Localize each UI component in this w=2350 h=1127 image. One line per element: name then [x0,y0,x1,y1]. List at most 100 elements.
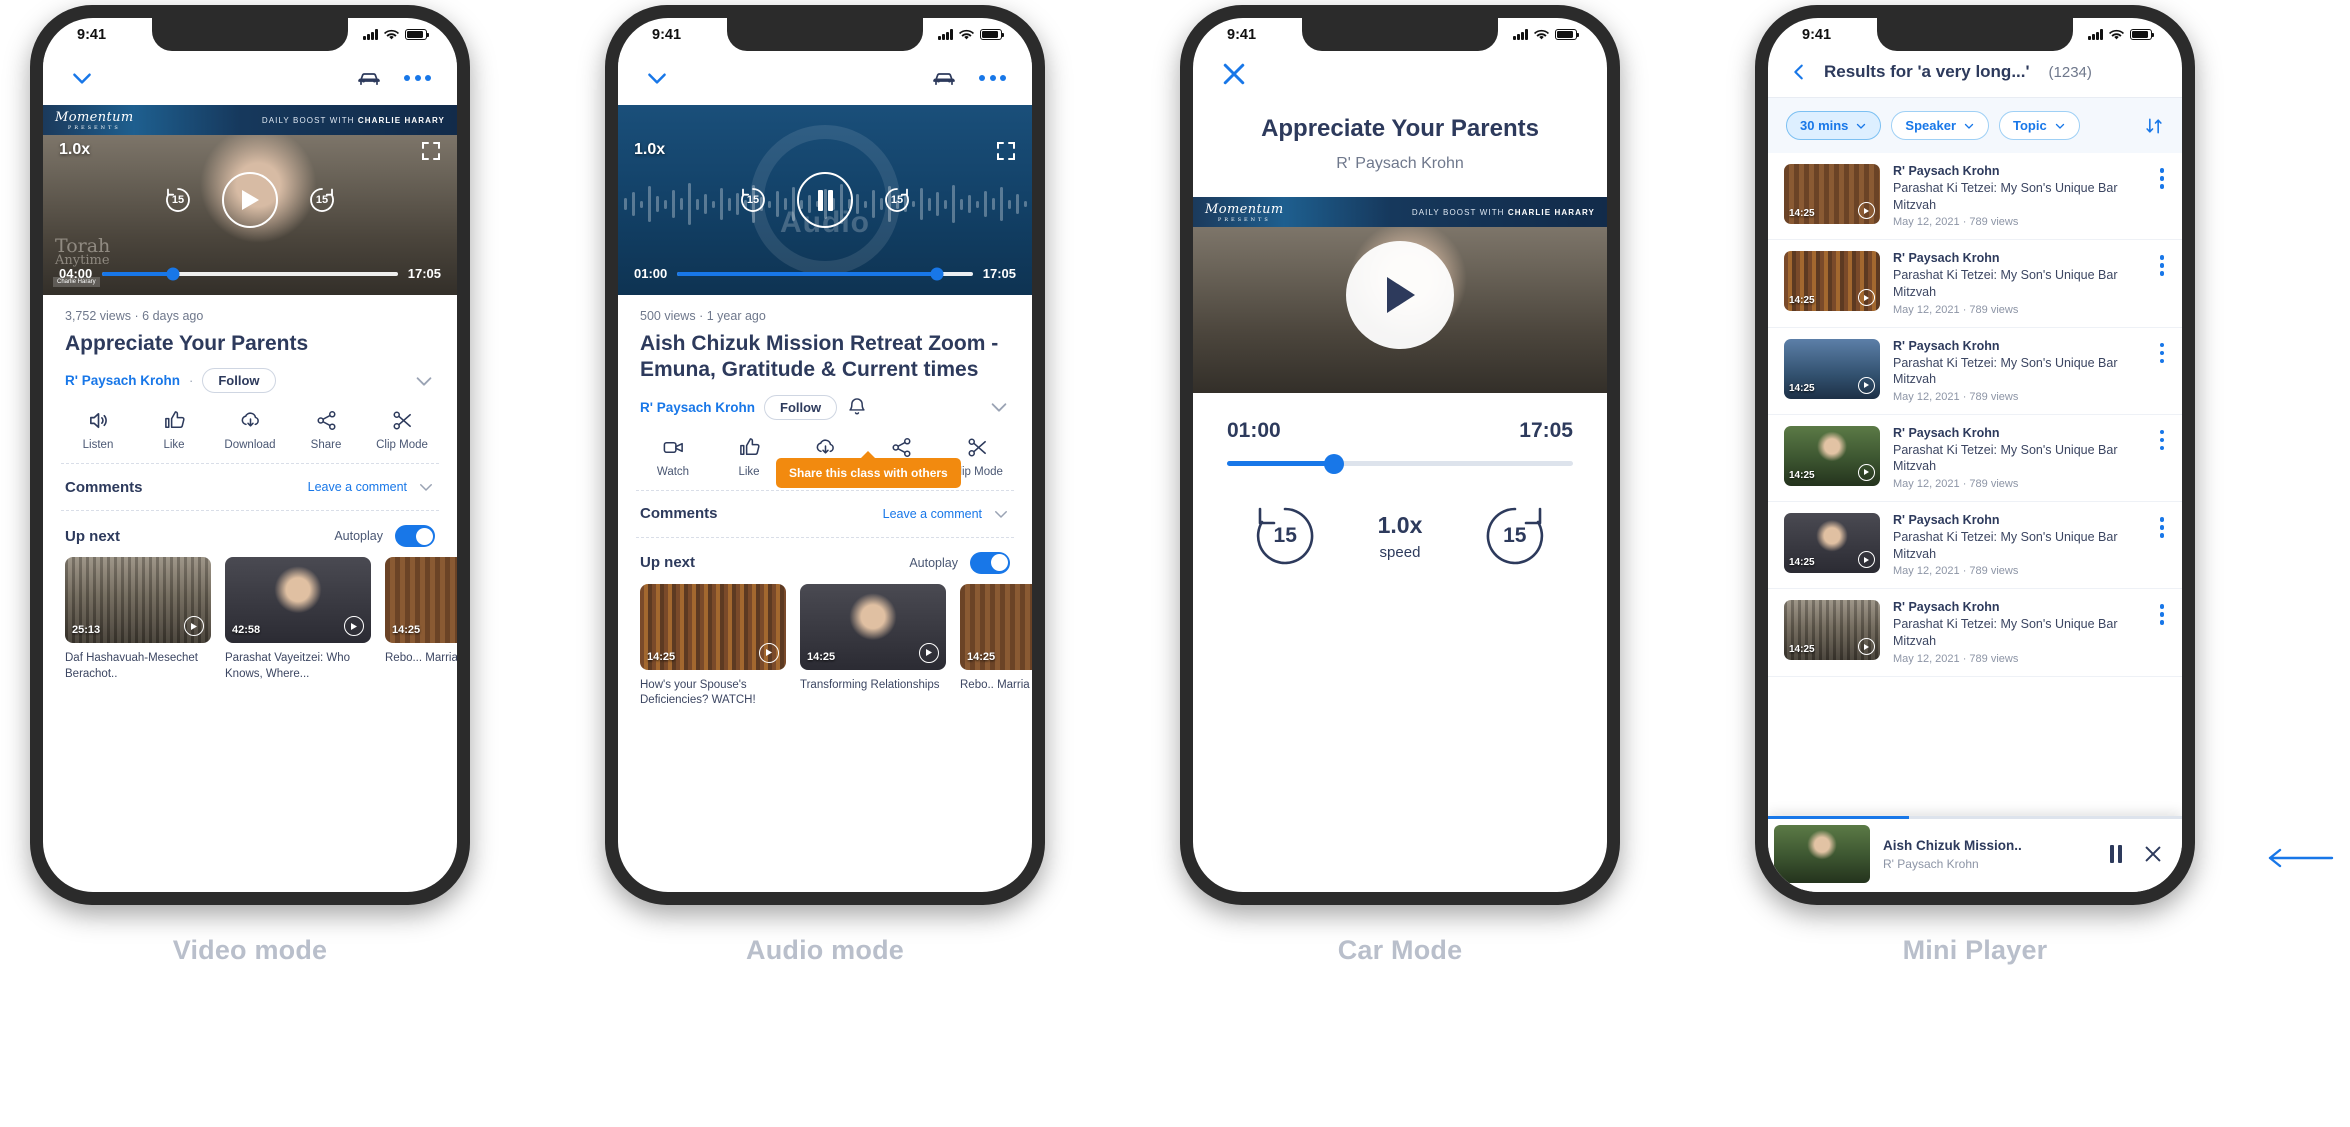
forward-15-button[interactable]: 15 [879,182,915,218]
more-dots-icon[interactable] [979,75,1006,81]
table-row[interactable]: 14:25 R' Paysach Krohn Parashat Ki Tetze… [1768,415,2182,502]
bell-icon[interactable] [846,396,868,418]
wifi-icon [2109,29,2124,39]
chevron-down-icon[interactable] [417,478,435,496]
forward-15-button[interactable]: 15 [304,182,340,218]
autoplay-toggle[interactable] [395,525,435,548]
fullscreen-icon[interactable] [421,141,441,161]
seek-bar[interactable] [1227,453,1573,474]
audio-meta: 500 views · 1 year ago Aish Chizuk Missi… [618,295,1032,420]
audio-player[interactable]: Audio 1.0x 15 15 01:00 17:05 [618,105,1032,295]
table-row[interactable]: 14:25 R' Paysach Krohn Parashat Ki Tetze… [1768,240,2182,328]
momentum-logo: Momentum PRESENTS [1205,201,1284,223]
channel-link[interactable]: R' Paysach Krohn [640,400,755,415]
up-next-card[interactable]: 14:25 How's your Spouse's Deficiencies? … [640,583,786,709]
chevron-down-icon[interactable] [992,505,1010,523]
table-row[interactable]: 14:25 R' Paysach Krohn Parashat Ki Tetze… [1768,589,2182,677]
action-like[interactable]: Like [718,436,780,478]
seek-bar[interactable] [677,267,973,280]
rewind-15-button[interactable]: 15 [735,182,771,218]
filter-chip-topic[interactable]: Topic [1999,111,2080,140]
kebab-menu-icon[interactable] [2154,251,2167,276]
action-like[interactable]: Like [143,409,205,451]
up-next-card[interactable]: 14:25 Rebo... Marria [385,557,457,682]
comments-section-header: Comments Leave a comment [618,491,1032,537]
play-icon[interactable] [1858,638,1875,656]
filter-chip-duration[interactable]: 30 mins [1786,111,1882,140]
rewind-15-button[interactable]: 15 [160,182,196,218]
expand-description-icon[interactable] [988,396,1010,418]
channel-link[interactable]: R' Paysach Krohn [65,373,180,388]
phone-frame: 9:41 [30,5,470,905]
chevron-down-icon[interactable] [644,65,670,91]
mini-player-bar[interactable]: Aish Chizuk Mission.. R' Paysach Krohn [1768,816,2182,892]
leave-comment-link[interactable]: Leave a comment [883,507,982,521]
play-icon[interactable] [1858,202,1875,219]
kebab-menu-icon[interactable] [2154,164,2167,189]
more-dots-icon[interactable] [404,75,431,81]
download-cloud-icon [816,438,834,454]
leave-comment-link[interactable]: Leave a comment [308,480,407,494]
play-icon[interactable] [919,642,939,663]
page-title: Aish Chizuk Mission Retreat Zoom - Emuna… [640,332,999,382]
speed-control[interactable]: 1.0x speed [1378,512,1423,561]
chevron-left-icon[interactable] [1788,61,1810,83]
result-speaker: R' Paysach Krohn [1893,425,2000,440]
view-count: 500 views [640,309,696,323]
meta-separator: · [134,309,139,323]
rewind-15-button[interactable]: 15 [1249,500,1321,572]
up-next-list: 14:25 How's your Spouse's Deficiencies? … [618,583,1032,709]
chevron-down-icon[interactable] [69,65,95,91]
autoplay-toggle[interactable] [970,551,1010,574]
follow-button[interactable]: Follow [202,368,276,394]
filter-chip-speaker[interactable]: Speaker [1891,111,1990,140]
video-player[interactable]: Torah Anytime Momentum PRESENTS DAILY BO… [43,105,457,295]
play-icon[interactable] [1858,463,1875,481]
table-row[interactable]: 14:25 R' Paysach Krohn Parashat Ki Tetze… [1768,328,2182,415]
play-icon[interactable] [759,642,779,663]
car-icon[interactable] [931,68,957,88]
table-row[interactable]: 14:25 R' Paysach Krohn Parashat Ki Tetze… [1768,502,2182,590]
kebab-menu-icon[interactable] [2154,513,2167,538]
close-icon[interactable] [2142,843,2164,865]
speed-badge[interactable]: 1.0x [634,141,665,159]
forward-15-button[interactable]: 15 [1479,500,1551,572]
speed-badge[interactable]: 1.0x [59,141,90,159]
play-icon[interactable] [1858,551,1875,568]
fullscreen-icon[interactable] [996,141,1016,161]
action-download[interactable]: Download [219,409,281,451]
expand-description-icon[interactable] [413,370,435,392]
action-share[interactable]: Share [295,409,357,451]
seek-bar[interactable] [102,267,398,280]
kebab-menu-icon[interactable] [2154,426,2167,451]
up-next-card[interactable]: 14:25 Rebo.. Marria [960,583,1032,709]
action-listen[interactable]: Listen [67,409,129,451]
kebab-menu-icon[interactable] [2154,339,2167,363]
pause-icon[interactable] [2110,845,2122,863]
up-next-card[interactable]: 14:25 Transforming Relationships [800,583,946,709]
car-video-preview[interactable]: Momentum PRESENTS DAILY BOOST WITH CHARL… [1193,197,1607,393]
player-top-nav [618,51,1032,105]
play-icon[interactable] [1858,376,1875,394]
follow-button[interactable]: Follow [764,394,838,420]
play-icon[interactable] [344,616,364,637]
up-next-card[interactable]: 25:13 Daf Hashavuah-Mesechet Berachot.. [65,557,211,682]
play-icon[interactable] [1858,289,1875,307]
mini-progress-bar[interactable] [1768,816,2182,819]
duration: 17:05 [982,266,1016,281]
play-button[interactable] [222,172,278,228]
kebab-menu-icon[interactable] [2154,600,2167,625]
up-next-card[interactable]: 42:58 Parashat Vayeitzei: Who Knows, Whe… [225,557,371,682]
play-button[interactable] [1346,241,1454,349]
table-row[interactable]: 14:25 R' Paysach Krohn Parashat Ki Tetze… [1768,153,2182,241]
pause-button[interactable] [797,172,853,228]
action-clip-mode[interactable]: Clip Mode [371,409,433,451]
close-icon[interactable] [1219,59,1249,89]
mini-title: Aish Chizuk Mission.. [1883,837,2022,853]
share-icon [891,437,911,457]
car-icon[interactable] [356,68,382,88]
sort-icon[interactable] [2144,116,2164,136]
action-watch[interactable]: Watch [642,436,704,478]
chevron-down-icon [1857,123,1866,129]
play-icon[interactable] [184,616,204,637]
